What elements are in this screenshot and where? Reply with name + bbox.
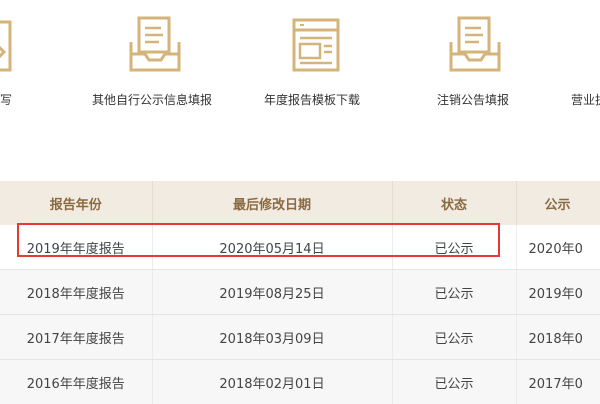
header-report-year: 报告年份 (0, 181, 153, 225)
header-publish: 公示 (516, 181, 600, 225)
cell-date: 2019年08月25日 (152, 269, 393, 315)
cell-year[interactable]: 2017年年度报告 (0, 314, 153, 360)
table-row[interactable]: 2019年年度报告 2020年05月14日 已公示 2020年0 (0, 225, 600, 270)
cell-publish: 2019年0 (516, 269, 600, 315)
header-last-modified: 最后修改日期 (152, 181, 393, 225)
cell-publish: 2018年0 (516, 314, 600, 360)
table-row[interactable]: 2016年年度报告 2018年02月01日 已公示 2017年0 (0, 359, 600, 404)
cell-status: 已公示 (392, 225, 517, 270)
cell-date: 2018年03月09日 (152, 314, 393, 360)
table-header-row: 报告年份 最后修改日期 状态 公示 (0, 181, 600, 225)
cell-status: 已公示 (392, 359, 517, 404)
cell-status: 已公示 (392, 269, 517, 315)
annual-report-table: 报告年份 最后修改日期 状态 公示 2019年年度报告 2020年05月14日 … (0, 181, 600, 404)
cell-publish: 2017年0 (516, 359, 600, 404)
table-row[interactable]: 2018年年度报告 2019年08月25日 已公示 2019年0 (0, 269, 600, 315)
pencil-icon (0, 20, 12, 72)
cell-status: 已公示 (392, 314, 517, 360)
cell-date: 2020年05月14日 (152, 225, 393, 270)
cell-publish: 2020年0 (516, 225, 600, 270)
table-row[interactable]: 2017年年度报告 2018年03月09日 已公示 2018年0 (0, 314, 600, 360)
tile-label: 注销公告填报 (437, 93, 510, 107)
cell-date: 2018年02月01日 (152, 359, 393, 404)
cell-year[interactable]: 2018年年度报告 (0, 269, 153, 315)
tile-label: 告填写 (0, 93, 13, 107)
cell-year[interactable]: 2019年年度报告 (0, 225, 153, 270)
annual-report-page: 告填写 其他自行公示信息填报 年度报告模板下载 (0, 0, 600, 404)
document-tray-icon (449, 16, 501, 72)
cell-year[interactable]: 2016年年度报告 (0, 359, 153, 404)
template-window-icon (292, 18, 340, 72)
tile-label: 年度报告模板下载 (264, 93, 361, 107)
document-tray-icon (129, 16, 181, 72)
tile-label: 营业执 (571, 93, 600, 107)
tile-label: 其他自行公示信息填报 (92, 93, 213, 107)
header-status: 状态 (392, 181, 517, 225)
